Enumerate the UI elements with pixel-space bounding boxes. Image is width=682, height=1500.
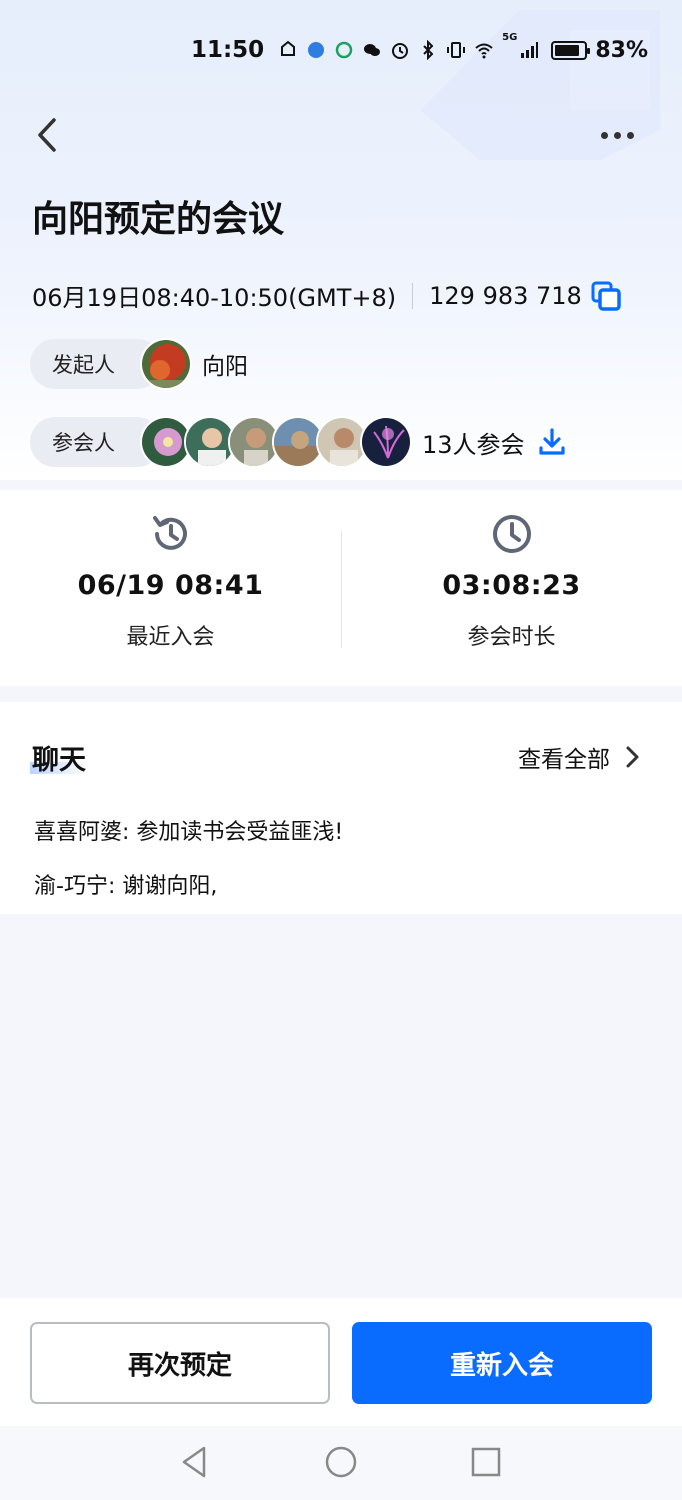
rejoin-button[interactable]: 重新入会: [352, 1322, 652, 1404]
recent-join-label: 最近入会: [126, 625, 215, 650]
system-nav-bar: [0, 1426, 682, 1500]
battery-percent: 83%: [595, 37, 648, 63]
avatar: [360, 416, 412, 468]
chat-section: 聊天 查看全部 喜喜阿婆: 参加读书会受益匪浅! 渝-巧宁: 谢谢向阳,: [0, 702, 682, 914]
status-bar: 11:50 5G 83%: [0, 28, 682, 72]
rebook-button[interactable]: 再次预定: [30, 1322, 330, 1404]
app-icon: [308, 42, 325, 58]
chat-message: 喜喜阿婆: 参加读书会受益匪浅!: [34, 820, 344, 845]
battery-fill: [555, 44, 579, 56]
bluetooth-icon: [423, 40, 434, 60]
duration-label: 参会时长: [467, 625, 556, 650]
battery-icon: [551, 40, 591, 60]
meeting-id: 129 983 718: [429, 281, 582, 310]
status-time: 11:50: [190, 37, 265, 63]
copy-icon[interactable]: [590, 280, 622, 312]
chat-message: 渝-巧宁: 谢谢向阳,: [34, 874, 218, 899]
download-icon[interactable]: [537, 427, 567, 457]
chevron-right-icon: [626, 746, 639, 768]
meeting-info-row: 06月19日08:40-10:50(GMT+8) 129 983 718: [32, 278, 622, 313]
back-icon[interactable]: [28, 112, 68, 158]
alarm-icon: [392, 43, 409, 59]
hand-icon: [281, 40, 296, 56]
history-icon: [152, 516, 187, 550]
vibrate-icon: [447, 42, 466, 58]
chat-title: 聊天: [32, 745, 86, 776]
meeting-datetime: 06月19日08:40-10:50(GMT+8): [32, 284, 397, 312]
more-icon[interactable]: [592, 118, 642, 152]
nav-home-icon[interactable]: [323, 1444, 359, 1480]
nav-recents-icon[interactable]: [468, 1444, 504, 1480]
view-all-link[interactable]: 查看全部: [518, 740, 642, 774]
duration-stat: 03:08:23 参会时长: [341, 490, 682, 651]
divider: [412, 282, 414, 309]
duration-value: 03:08:23: [442, 570, 581, 601]
organizer-row: 发起人 向阳: [30, 338, 248, 390]
signal-icon: [521, 42, 539, 58]
participant-avatars[interactable]: [140, 416, 412, 468]
participant-count: 13人参会: [422, 430, 525, 459]
wifi-icon: [475, 43, 493, 59]
recent-join-value: 06/19 08:41: [77, 570, 264, 601]
view-all-label: 查看全部: [518, 747, 610, 773]
network-type-label: 5G: [502, 32, 518, 43]
action-bar: 再次预定 重新入会: [0, 1298, 682, 1426]
clock-icon: [492, 515, 531, 553]
recent-join-stat: 06/19 08:41 最近入会: [0, 490, 341, 651]
meeting-stats: 06/19 08:41 最近入会 03:08:23 参会时长: [0, 490, 682, 686]
page-title: 向阳预定的会议: [32, 199, 285, 240]
organizer-name: 向阳: [202, 354, 248, 380]
participants-row[interactable]: 参会人 13人参会: [30, 416, 567, 468]
wechat-icon: [364, 44, 381, 56]
chat-app-icon: [335, 41, 353, 59]
avatar[interactable]: [140, 338, 192, 390]
nav-back-icon[interactable]: [178, 1444, 214, 1480]
